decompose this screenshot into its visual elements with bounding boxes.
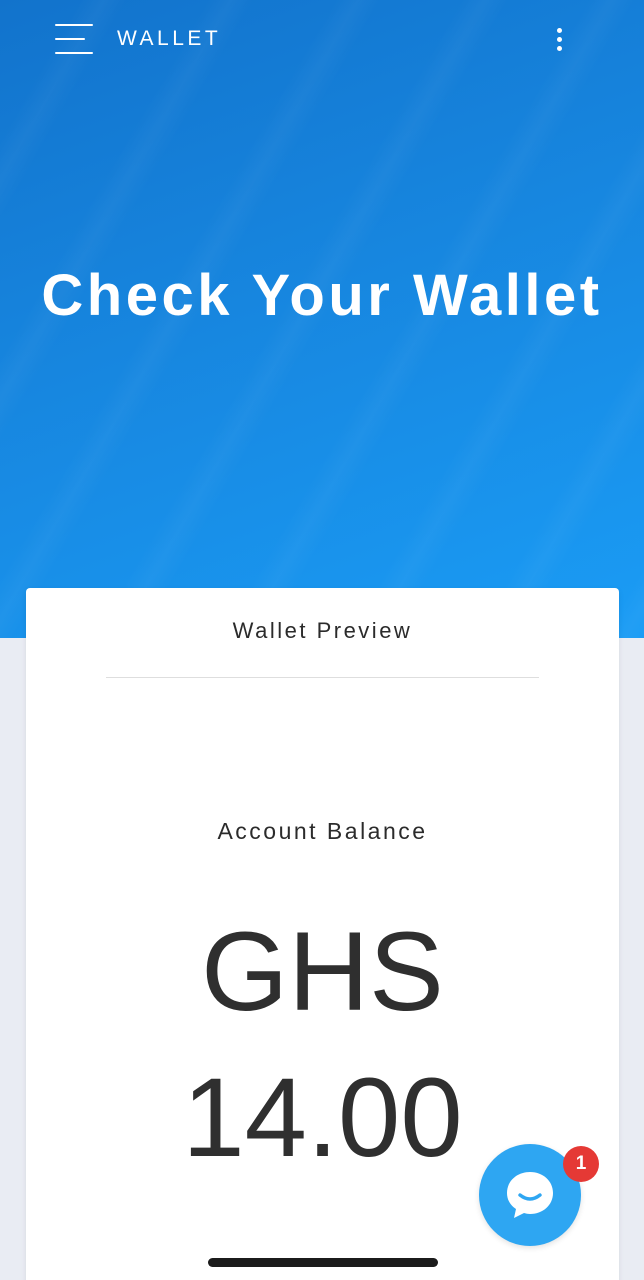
hero-heading: Check Your Wallet <box>41 263 603 328</box>
more-vertical-icon[interactable] <box>546 22 572 58</box>
home-indicator[interactable] <box>208 1258 438 1267</box>
card-divider <box>106 677 539 678</box>
top-app-bar: WALLET <box>0 0 644 80</box>
app-title: WALLET <box>117 27 222 50</box>
chat-bubble-icon <box>507 1172 553 1218</box>
wallet-screen: WALLET Check Your Wallet Wallet Preview … <box>0 0 644 1280</box>
notification-badge: 1 <box>563 1146 599 1182</box>
card-title: Wallet Preview <box>232 618 413 643</box>
hamburger-menu-icon[interactable] <box>55 24 93 54</box>
balance-currency: GHS <box>201 909 444 1034</box>
balance-label: Account Balance <box>217 818 428 844</box>
